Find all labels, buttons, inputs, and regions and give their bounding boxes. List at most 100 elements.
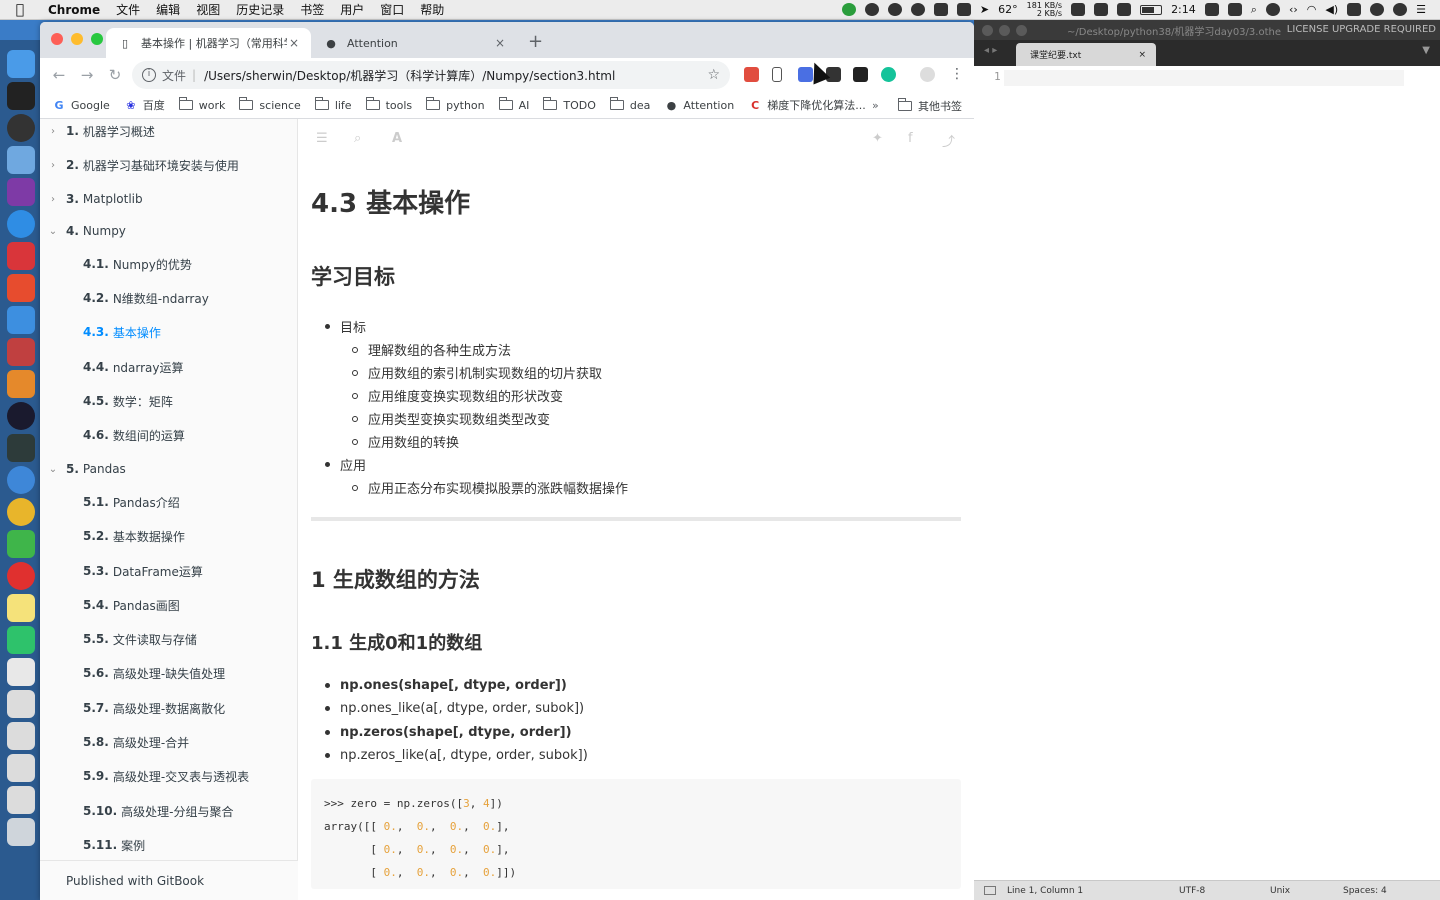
preview-icon[interactable] (7, 146, 35, 174)
minimize-window-button[interactable] (71, 33, 83, 45)
notes-icon[interactable] (7, 594, 35, 622)
menu-history[interactable]: 历史记录 (228, 1, 292, 18)
activity-monitor-icon[interactable] (7, 434, 35, 462)
close-window-button[interactable] (51, 33, 63, 45)
summary-item[interactable]: › 2. 机器学习基础环境安装与使用 (40, 153, 298, 177)
bookmark-folder-python[interactable]: python (426, 97, 485, 112)
close-tab-icon[interactable]: × (493, 36, 507, 50)
close-window-button[interactable] (982, 24, 993, 36)
published-with-gitbook-link[interactable]: Published with GitBook (40, 860, 298, 900)
window-manager-icon[interactable] (933, 3, 948, 16)
send-icon[interactable]: ➤ (980, 3, 989, 16)
menu-help[interactable]: 帮助 (412, 1, 452, 18)
font-settings-icon[interactable]: A (392, 131, 402, 146)
code-icon[interactable]: ‹› (1289, 3, 1298, 16)
notification-center-icon[interactable]: ☰ (1416, 3, 1426, 16)
summary-item[interactable]: 5.4. Pandas画图 (40, 593, 298, 617)
summary-item[interactable]: 4.4. ndarray运算 (40, 355, 298, 379)
battery-icon[interactable] (1140, 4, 1163, 15)
grid-icon[interactable] (1094, 3, 1109, 16)
weather-temp[interactable]: 62° (998, 3, 1018, 16)
menu-people[interactable]: 用户 (332, 1, 372, 18)
bookmarks-overflow-icon[interactable]: » (872, 99, 879, 112)
tab-dropdown-icon[interactable]: ▼ (1422, 45, 1430, 56)
summary-item[interactable]: › 3. Matplotlib (40, 187, 298, 211)
bookmark-folder-ai[interactable]: AI (498, 97, 529, 112)
summary-item[interactable]: 5.11. 案例 (40, 833, 298, 857)
summary-item[interactable]: 4.6. 数组间的运算 (40, 423, 298, 447)
menu-view[interactable]: 视图 (188, 1, 228, 18)
panel-toggle-icon[interactable] (984, 886, 996, 895)
airplay-icon[interactable] (1204, 3, 1219, 16)
wifi-icon[interactable]: ◠ (1307, 3, 1317, 16)
menu-edit[interactable]: 编辑 (148, 1, 188, 18)
terminal-icon[interactable] (7, 82, 35, 110)
bookmark-google[interactable]: G Google (52, 99, 109, 112)
file-icon-3[interactable] (7, 754, 35, 782)
obs-dock-icon[interactable] (7, 114, 35, 142)
grid-apps-icon[interactable] (1227, 3, 1242, 16)
extension-bookmark-icon[interactable] (772, 67, 782, 82)
reload-icon[interactable]: ↻ (101, 66, 129, 84)
profile-avatar[interactable] (920, 67, 935, 82)
search-icon[interactable]: ⌕ (354, 131, 361, 146)
wechat-icon[interactable] (7, 530, 35, 558)
summary-item[interactable]: 5.9. 高级处理-交叉表与透视表 (40, 764, 298, 788)
close-tab-icon[interactable]: × (287, 36, 301, 50)
facebook-icon[interactable]: f (908, 131, 913, 146)
summary-item[interactable]: 5.10. 高级处理-分组与聚合 (40, 799, 298, 823)
back-icon[interactable]: ← (45, 66, 73, 84)
summary-item[interactable]: 5.3. DataFrame运算 (40, 559, 298, 583)
feather-app-icon[interactable] (7, 306, 35, 334)
quicktime-icon[interactable] (7, 402, 35, 430)
chevron-right-icon[interactable]: › (40, 126, 66, 137)
windows-app-icon[interactable] (7, 338, 35, 366)
sublime-tab[interactable]: 课堂纪要.txt × (1016, 43, 1156, 66)
document-icon[interactable] (7, 658, 35, 686)
sublime-icon[interactable] (7, 370, 35, 398)
summary-item[interactable]: › 1. 机器学习概述 (40, 119, 298, 143)
address-url[interactable]: /Users/sherwin/Desktop/机器学习（科学计算库）/Numpy… (204, 67, 707, 84)
line-endings[interactable]: Unix (1270, 886, 1290, 896)
clock-icon[interactable] (1393, 3, 1408, 16)
grammarly-icon[interactable] (881, 67, 896, 82)
toggle-summary-icon[interactable]: ☰ (316, 131, 328, 146)
zoom-window-button[interactable] (91, 33, 103, 45)
pycharm-icon[interactable] (7, 626, 35, 654)
code-block[interactable]: >>> zero = np.zeros([3, 4]) array([[ 0.,… (311, 779, 961, 889)
bookmark-other[interactable]: 其他书签 (898, 92, 962, 119)
input-method-icon[interactable] (956, 3, 971, 16)
summary-item[interactable]: 5.6. 高级处理-缺失值处理 (40, 661, 298, 685)
bookmark-folder-dea[interactable]: dea (609, 97, 650, 112)
extension-ghost-icon[interactable] (853, 67, 868, 82)
clock-time[interactable]: 2:14 (1171, 3, 1196, 16)
tab-nav-arrows-icon[interactable]: ◂ ▸ (984, 45, 997, 56)
spotlight-icon[interactable]: ⌕ (1251, 3, 1257, 17)
forward-icon[interactable]: → (73, 66, 101, 84)
bookmark-folder-science[interactable]: science (239, 97, 301, 112)
file-icon-1[interactable] (7, 690, 35, 718)
volume-icon[interactable]: ◀) (1325, 3, 1338, 16)
file-icon-4[interactable] (7, 786, 35, 814)
more-menu-icon[interactable]: ⋮ (950, 66, 964, 82)
network-speed[interactable]: 181 KB/s 2 KB/s (1027, 1, 1062, 18)
share-icon[interactable]: ⤴ (942, 131, 955, 150)
display-icon[interactable] (1117, 3, 1132, 16)
extension-translate-icon[interactable] (744, 67, 759, 82)
bookmark-folder-work[interactable]: work (178, 97, 225, 112)
bookmark-folder-tools[interactable]: tools (365, 97, 412, 112)
time-machine-icon[interactable] (910, 3, 925, 16)
chevron-down-icon[interactable]: ⌄ (40, 464, 66, 475)
address-bar[interactable]: i 文件 | /Users/sherwin/Desktop/机器学习（科学计算库… (132, 61, 730, 89)
encoding[interactable]: UTF-8 (1179, 886, 1205, 896)
menu-bookmarks[interactable]: 书签 (292, 1, 332, 18)
chevron-right-icon[interactable]: › (40, 160, 66, 171)
bookmark-folder-life[interactable]: life (314, 97, 352, 112)
menu-file[interactable]: 文件 (108, 1, 148, 18)
tab-active[interactable]: ▯ 基本操作 | 机器学习（常用科学 × (106, 28, 311, 58)
menu-window[interactable]: 窗口 (372, 1, 412, 18)
upload-status-icon[interactable] (841, 3, 856, 16)
tab-attention[interactable]: ● Attention × (312, 28, 517, 58)
summary-item[interactable]: ⌄ 5. Pandas (40, 457, 298, 481)
summary-item[interactable]: 5.5. 文件读取与存储 (40, 627, 298, 651)
